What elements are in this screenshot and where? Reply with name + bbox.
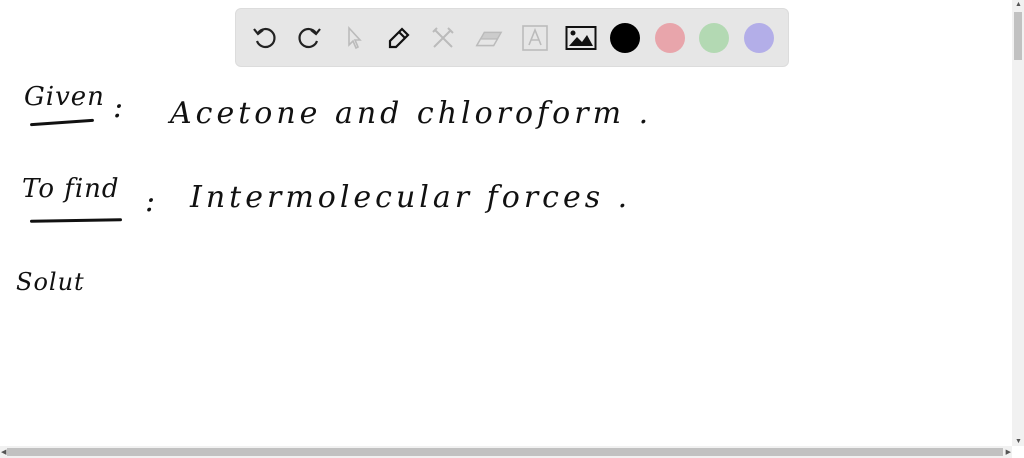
- scroll-left-icon[interactable]: ◀: [1, 448, 6, 456]
- select-icon: [348, 25, 362, 50]
- given-underline: [29, 118, 95, 127]
- to-find-text: Intermolecular forces .: [190, 180, 632, 215]
- to-find-label: To find: [22, 174, 120, 204]
- text-button[interactable]: [520, 23, 550, 53]
- vertical-scroll-thumb[interactable]: [1014, 12, 1022, 60]
- undo-icon: [253, 27, 276, 49]
- pen-icon: [388, 27, 410, 49]
- horizontal-scrollbar[interactable]: ◀ ▶: [0, 446, 1012, 458]
- scroll-up-icon[interactable]: ▲: [1015, 1, 1022, 8]
- given-label: Given: [24, 82, 105, 112]
- color-black-swatch[interactable]: [610, 23, 640, 53]
- redo-icon: [298, 27, 321, 49]
- scroll-right-icon[interactable]: ▶: [1006, 448, 1011, 456]
- eraser-icon: [475, 31, 503, 47]
- vertical-scrollbar[interactable]: ▲ ▼: [1012, 0, 1024, 446]
- given-colon: :: [113, 90, 128, 125]
- color-purple-swatch[interactable]: [744, 23, 774, 53]
- undo-button[interactable]: [250, 23, 280, 53]
- horizontal-scroll-thumb[interactable]: [7, 448, 1003, 456]
- color-red-swatch[interactable]: [655, 23, 685, 53]
- text-icon: [522, 25, 548, 51]
- eraser-button[interactable]: [474, 23, 504, 53]
- scroll-down-icon[interactable]: ▼: [1015, 438, 1022, 445]
- whiteboard-toolbar: [235, 8, 789, 67]
- solution-text: Solut: [16, 268, 85, 296]
- select-button[interactable]: [339, 23, 369, 53]
- given-text: Acetone and chloroform .: [170, 96, 653, 131]
- tools-button[interactable]: [428, 23, 458, 53]
- tools-icon: [432, 27, 454, 48]
- color-green-swatch[interactable]: [699, 23, 729, 53]
- redo-button[interactable]: [294, 23, 324, 53]
- to-find-colon: :: [145, 184, 160, 219]
- to-find-underline: [29, 218, 123, 223]
- pen-button[interactable]: [384, 23, 414, 53]
- image-icon: [565, 26, 597, 50]
- image-button[interactable]: [564, 23, 598, 53]
